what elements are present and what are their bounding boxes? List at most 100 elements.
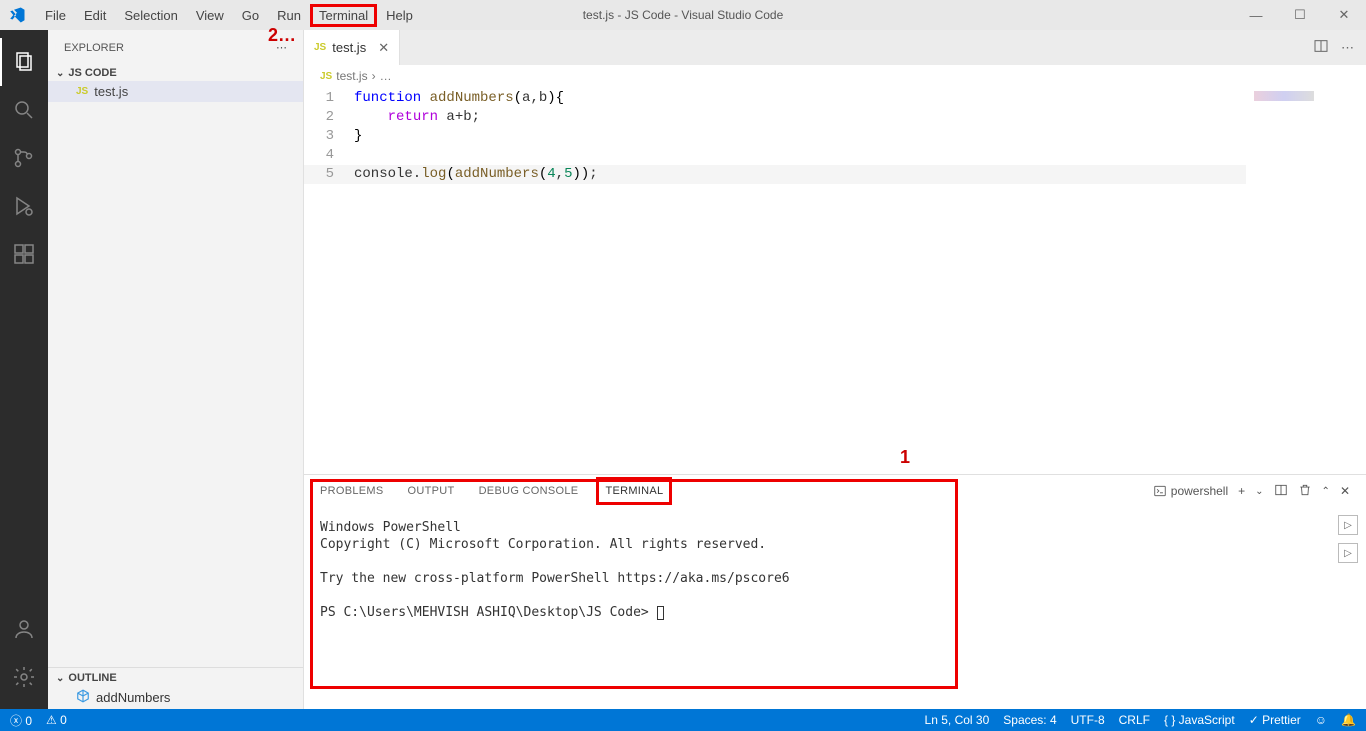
code-editor[interactable]: 1function addNumbers(a,b){2 return a+b;3… (304, 87, 1246, 474)
terminal-line (320, 587, 1350, 604)
minimap-content (1254, 91, 1314, 101)
tab-label: test.js (332, 40, 366, 55)
menu-selection[interactable]: Selection (115, 4, 186, 27)
shell-label: powershell (1171, 484, 1228, 498)
status-bell-icon[interactable]: 🔔 (1341, 713, 1356, 727)
search-icon[interactable] (0, 86, 48, 134)
editor-area: JS test.js ✕ ⋯ JS test.js › … 1function … (304, 30, 1366, 709)
explorer-icon[interactable] (0, 38, 48, 86)
activity-bottom (0, 605, 48, 701)
maximize-button[interactable]: ☐ (1278, 0, 1322, 30)
side-box-2[interactable]: ▷ (1338, 543, 1358, 563)
minimap[interactable] (1246, 87, 1366, 474)
line-number: 1 (304, 89, 354, 108)
panel-tab-problems[interactable]: PROBLEMS (320, 485, 384, 497)
menu-terminal[interactable]: Terminal (310, 4, 377, 27)
window-title: test.js - JS Code - Visual Studio Code (583, 8, 784, 22)
status-warnings[interactable]: ⚠ 0 (46, 713, 67, 727)
terminal-body[interactable]: Windows PowerShellCopyright (C) Microsof… (304, 507, 1366, 709)
code-line[interactable]: 1function addNumbers(a,b){ (304, 89, 1246, 108)
settings-gear-icon[interactable] (0, 653, 48, 701)
outline-title: OUTLINE (68, 672, 116, 684)
menu-go[interactable]: Go (233, 4, 268, 27)
status-eol[interactable]: CRLF (1119, 713, 1150, 727)
code-line[interactable]: 4 (304, 146, 1246, 165)
breadcrumb[interactable]: JS test.js › … (304, 65, 1366, 87)
terminal-side-buttons: ▷ ▷ (1338, 515, 1358, 563)
more-actions-icon[interactable]: ⋯ (1341, 40, 1354, 56)
chevron-down-icon: ⌄ (56, 673, 64, 684)
panel-right-controls: powershell + ⌄ ⌃ ✕ (1153, 483, 1350, 500)
line-number: 5 (304, 165, 354, 184)
panel-tab-terminal[interactable]: TERMINAL (596, 477, 672, 505)
breadcrumb-rest: … (380, 69, 392, 83)
status-encoding[interactable]: UTF-8 (1071, 713, 1105, 727)
status-feedback-icon[interactable]: ☺ (1315, 713, 1327, 727)
terminal-prompt[interactable]: PS C:\Users\MEHVISH ASHIQ\Desktop\JS Cod… (320, 604, 1350, 621)
line-number: 4 (304, 146, 354, 165)
method-icon (76, 689, 90, 706)
menubar: FileEditSelectionViewGoRunTerminalHelp 2… (0, 0, 1366, 30)
status-errors[interactable]: ⓧ 0 (10, 712, 32, 729)
close-panel-icon[interactable]: ✕ (1340, 484, 1350, 498)
chevron-right-icon: › (372, 69, 376, 83)
activity-bar (0, 30, 48, 709)
outline-header[interactable]: ⌄ OUTLINE (48, 667, 303, 686)
line-number: 3 (304, 127, 354, 146)
split-terminal-icon[interactable] (1274, 483, 1288, 500)
vscode-logo-icon (8, 6, 26, 24)
split-editor-icon[interactable] (1313, 38, 1329, 57)
status-right: Ln 5, Col 30 Spaces: 4 UTF-8 CRLF { } Ja… (925, 713, 1356, 727)
tab-actions: ⋯ (1313, 30, 1366, 65)
close-button[interactable]: ✕ (1322, 0, 1366, 30)
file-item-testjs[interactable]: JS test.js (48, 81, 303, 102)
chevron-down-icon[interactable]: ⌄ (1255, 486, 1263, 497)
tab-bar: JS test.js ✕ ⋯ (304, 30, 1366, 65)
side-box-1[interactable]: ▷ (1338, 515, 1358, 535)
status-language[interactable]: { } JavaScript (1164, 713, 1235, 727)
account-icon[interactable] (0, 605, 48, 653)
close-tab-icon[interactable]: ✕ (378, 40, 389, 56)
panel-tabs: PROBLEMS OUTPUT DEBUG CONSOLE TERMINAL powe… (304, 475, 1366, 507)
menu-edit[interactable]: Edit (75, 4, 115, 27)
js-file-icon: JS (76, 86, 88, 97)
panel-tab-debug-console[interactable]: DEBUG CONSOLE (479, 485, 579, 497)
bottom-panel: 1 PROBLEMSOUTPUTDEBUG CONSOLETERMINAL po… (304, 474, 1366, 709)
extensions-icon[interactable] (0, 230, 48, 278)
terminal-profile-icon[interactable]: powershell (1153, 484, 1228, 498)
menu-run[interactable]: Run (268, 4, 310, 27)
code-line[interactable]: 5console.log(addNumbers(4,5)); (304, 165, 1246, 184)
status-spaces[interactable]: Spaces: 4 (1003, 713, 1056, 727)
code-line[interactable]: 2 return a+b; (304, 108, 1246, 127)
workspace-name: JS CODE (68, 67, 116, 79)
chevron-down-icon: ⌄ (56, 68, 64, 79)
chevron-up-icon[interactable]: ⌃ (1322, 486, 1330, 497)
outline-section: ⌄ OUTLINE addNumbers (48, 667, 303, 709)
file-name: test.js (94, 84, 128, 99)
run-debug-icon[interactable] (0, 182, 48, 230)
trash-icon[interactable] (1298, 483, 1312, 500)
status-position[interactable]: Ln 5, Col 30 (925, 713, 990, 727)
menu-help[interactable]: Help (377, 4, 422, 27)
line-number: 2 (304, 108, 354, 127)
outline-item-label: addNumbers (96, 690, 170, 705)
statusbar: ⓧ 0 ⚠ 0 Ln 5, Col 30 Spaces: 4 UTF-8 CRL… (0, 709, 1366, 731)
line-content: function addNumbers(a,b){ (354, 89, 564, 108)
code-line[interactable]: 3} (304, 127, 1246, 146)
menu-items: FileEditSelectionViewGoRunTerminalHelp (36, 4, 422, 27)
outline-item-addnumbers[interactable]: addNumbers (48, 686, 303, 709)
workspace-header[interactable]: ⌄ JS CODE (48, 65, 303, 81)
js-file-icon: JS (320, 71, 332, 82)
terminal-line: Windows PowerShell (320, 519, 1350, 536)
tab-testjs[interactable]: JS test.js ✕ (304, 30, 400, 65)
sidebar: EXPLORER ⋯ ⌄ JS CODE JS test.js ⌄ OUTLIN… (48, 30, 304, 709)
explorer-title: EXPLORER (64, 42, 124, 54)
menu-view[interactable]: View (187, 4, 233, 27)
menu-file[interactable]: File (36, 4, 75, 27)
terminal-line (320, 553, 1350, 570)
new-terminal-icon[interactable]: + (1238, 484, 1245, 498)
minimize-button[interactable]: — (1234, 0, 1278, 30)
panel-tab-output[interactable]: OUTPUT (408, 485, 455, 497)
status-prettier[interactable]: ✓ Prettier (1249, 713, 1301, 727)
source-control-icon[interactable] (0, 134, 48, 182)
